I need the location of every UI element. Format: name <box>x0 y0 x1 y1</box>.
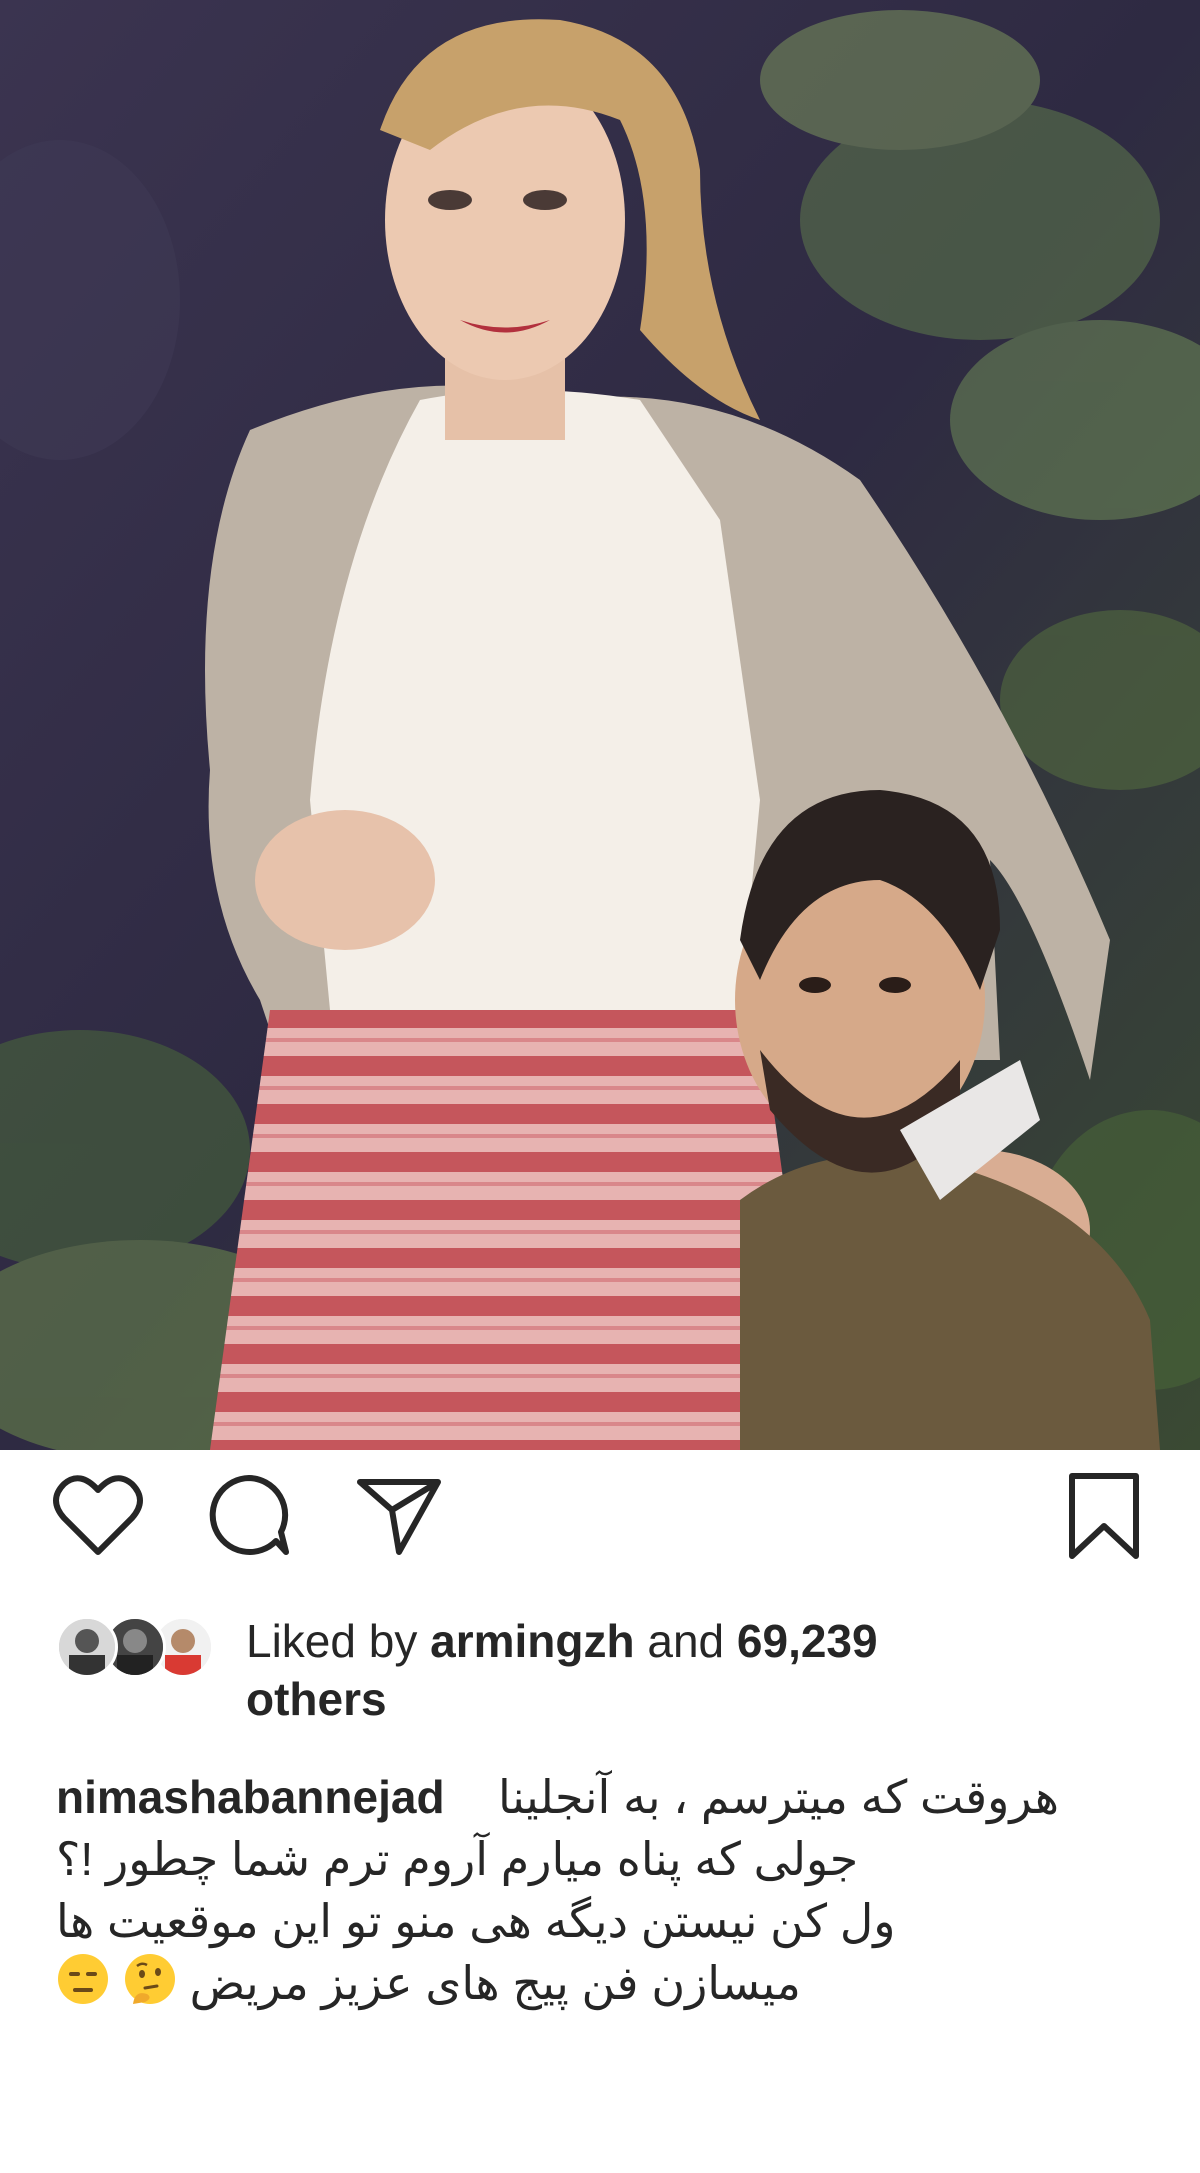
bookmark-outline-icon[interactable] <box>1064 1470 1144 1562</box>
likes-connector: and <box>647 1615 725 1667</box>
post-photo-illustration <box>0 0 1200 1450</box>
expressionless-face-emoji <box>56 1952 110 2021</box>
liker-avatars <box>56 1616 226 1680</box>
likes-count[interactable]: 69,239 <box>737 1615 878 1667</box>
comment-bubble-icon[interactable] <box>206 1472 292 1558</box>
post-action-bar <box>0 1450 1200 1600</box>
liker-username[interactable]: armingzh <box>430 1615 634 1667</box>
heart-outline-icon[interactable] <box>52 1472 144 1558</box>
post-image[interactable] <box>0 0 1200 1450</box>
likes-suffix[interactable]: others <box>246 1673 387 1725</box>
caption-text-line-1: هروقت که میترسم ، به آنجلینا <box>498 1771 1060 1823</box>
post-caption: nimashabannejad هروقت که میترسم ، به آنج… <box>56 1766 1146 2014</box>
caption-text-line-4: میسازن فن پیج های عزیز مریض <box>189 1957 801 2009</box>
thinking-face-emoji <box>123 1952 177 2021</box>
paper-plane-icon[interactable] <box>354 1472 444 1558</box>
caption-text-line-2: جولی که پناه میارم آروم ترم شما چطور !؟ <box>56 1833 859 1885</box>
likes-text: Liked by armingzh and 69,239 others <box>246 1612 1096 1728</box>
caption-last-line: میسازن فن پیج های عزیز مریض <box>56 1952 1146 2014</box>
avatar <box>56 1616 118 1678</box>
likes-summary[interactable]: Liked by armingzh and 69,239 others <box>56 1612 1156 1732</box>
caption-text-line-3: ول کن نیستن دیگه هی منو تو این موقعیت ها <box>56 1895 896 1947</box>
caption-first-line: nimashabannejad هروقت که میترسم ، به آنج… <box>56 1766 1146 1828</box>
caption-username[interactable]: nimashabannejad <box>56 1766 445 1828</box>
likes-prefix: Liked by <box>246 1615 418 1667</box>
